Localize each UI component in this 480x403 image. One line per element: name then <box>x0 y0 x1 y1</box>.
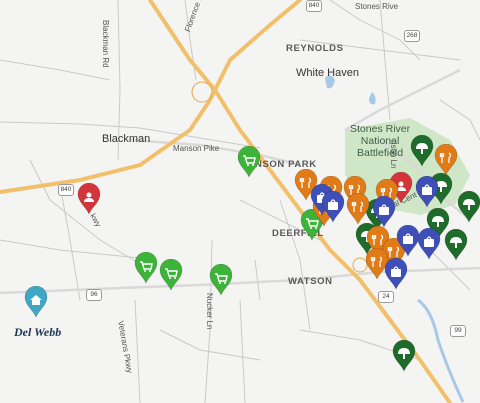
watson-label: WATSON <box>288 276 333 287</box>
hwy-840-shield-left: 840 <box>58 184 74 196</box>
hwy-840-shield-top: 840 <box>306 0 322 12</box>
manson-pike-label: Manson Pike <box>173 144 220 153</box>
stones-river-rd-label: Stones Rive <box>355 2 399 11</box>
shopping-marker[interactable] <box>372 196 396 228</box>
restaurant-marker[interactable] <box>346 193 370 225</box>
hwy-96-shield: 96 <box>86 289 102 301</box>
park-marker[interactable] <box>410 135 434 167</box>
nucker-ln-label: Nucker Ln <box>205 293 214 330</box>
grocery-marker[interactable] <box>209 264 233 296</box>
battlefield-label-line3: Battlefield <box>356 147 404 159</box>
hospital-marker[interactable] <box>77 183 101 215</box>
battlefield-label: Stones River National Battlefield <box>350 123 410 159</box>
grocery-marker[interactable] <box>237 146 261 178</box>
park-marker[interactable] <box>444 229 468 261</box>
reynolds-label: REYNOLDS <box>286 43 344 54</box>
hwy-268-shield: 268 <box>404 30 420 42</box>
del-webb-logo: Del Webb <box>14 325 62 339</box>
shopping-marker[interactable] <box>384 258 408 290</box>
tone-ln-label: nson Ln <box>389 140 398 169</box>
pond <box>369 92 376 105</box>
blackman-label: Blackman <box>102 133 151 145</box>
restaurant-marker[interactable] <box>434 144 458 176</box>
hwy-99-shield: 99 <box>450 325 466 337</box>
grocery-marker[interactable] <box>159 259 183 291</box>
white-haven-label: White Haven <box>296 67 359 79</box>
battlefield-label-line2: National <box>360 135 400 147</box>
battlefield-label-line1: Stones River <box>350 123 411 135</box>
hwy-24-shield: 24 <box>378 291 394 303</box>
blackman-rd-label: Blackman Rd <box>101 20 110 68</box>
grocery-marker[interactable] <box>134 252 158 284</box>
park-marker[interactable] <box>457 191 480 223</box>
map-canvas[interactable]: REYNOLDS White Haven Blackman Manson Pik… <box>0 0 480 403</box>
home-marker[interactable] <box>24 286 48 318</box>
shopping-marker[interactable] <box>321 191 345 223</box>
shopping-marker[interactable] <box>415 176 439 208</box>
shopping-marker[interactable] <box>417 228 441 260</box>
park-marker[interactable] <box>392 340 416 372</box>
